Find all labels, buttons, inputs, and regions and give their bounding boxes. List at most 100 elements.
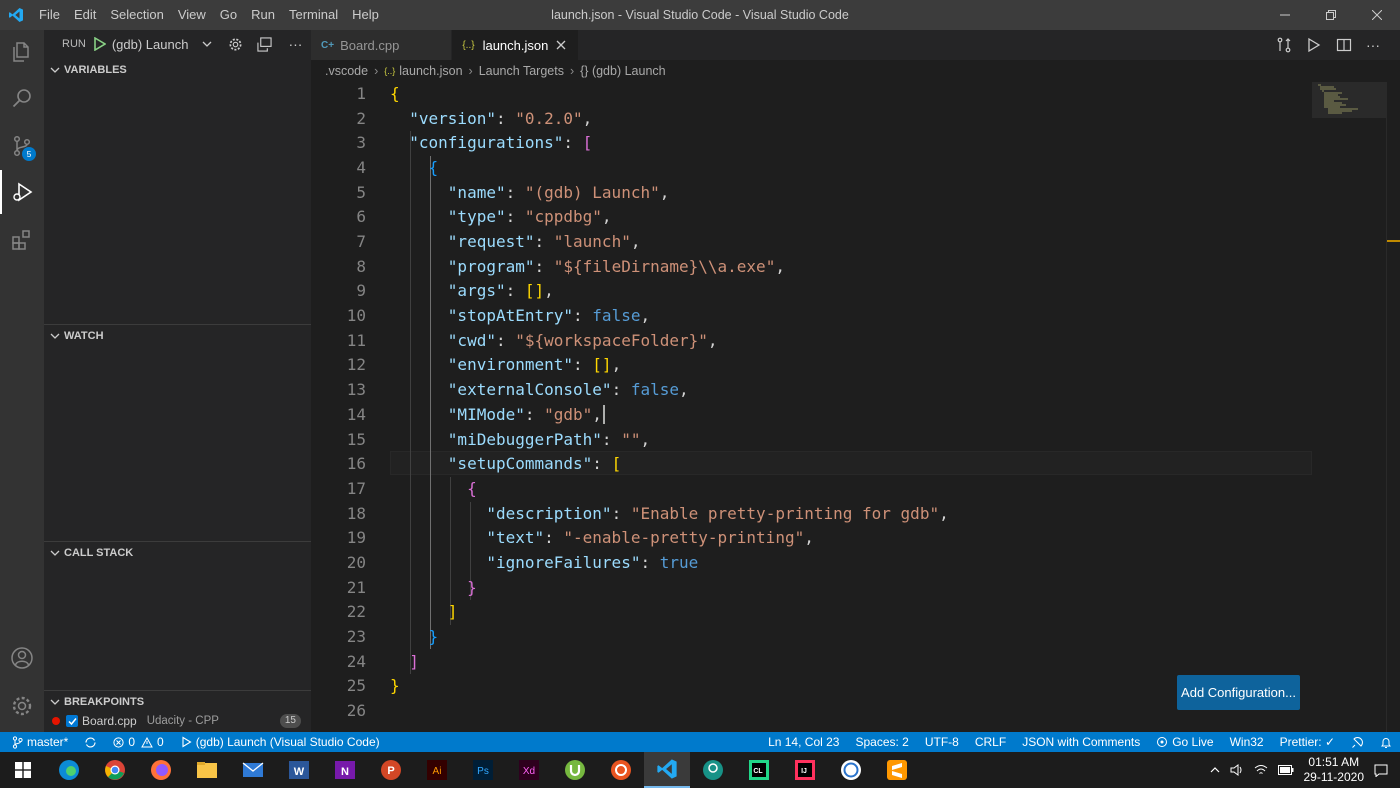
run-file-icon[interactable] — [1306, 37, 1322, 53]
code-line[interactable]: 7 "request": "launch", — [311, 230, 1311, 255]
breakpoint-item[interactable]: Board.cpp Udacity - CPP 15 — [44, 710, 311, 732]
breakpoints-section-header[interactable]: BREAKPOINTS — [44, 690, 311, 712]
mail-icon[interactable] — [230, 752, 276, 788]
close-tab-icon[interactable] — [556, 40, 566, 50]
clion-icon[interactable]: CL — [736, 752, 782, 788]
settings-gear-icon[interactable] — [0, 684, 44, 728]
extensions-icon[interactable] — [0, 218, 44, 262]
chevron-up-icon[interactable] — [1210, 767, 1220, 773]
whatsapp-icon[interactable] — [828, 752, 874, 788]
problems-indicator[interactable]: 0 0 — [105, 735, 171, 749]
edge-icon[interactable] — [46, 752, 92, 788]
wifi-icon[interactable] — [1254, 764, 1268, 776]
debug-console-icon[interactable] — [257, 36, 273, 52]
code-line[interactable]: 8 "program": "${fileDirname}\\a.exe", — [311, 255, 1311, 280]
menu-go[interactable]: Go — [213, 0, 244, 30]
breakpoint-checkbox[interactable] — [66, 715, 78, 727]
code-line[interactable]: 25} — [311, 674, 1311, 699]
platform[interactable]: Win32 — [1222, 735, 1272, 749]
editor-scrollbar[interactable] — [1386, 82, 1400, 732]
call-stack-section-header[interactable]: CALL STACK — [44, 541, 311, 563]
code-line[interactable]: 10 "stopAtEntry": false, — [311, 304, 1311, 329]
accounts-icon[interactable] — [0, 636, 44, 680]
code-line[interactable]: 26 — [311, 699, 1311, 724]
go-live[interactable]: Go Live — [1148, 735, 1221, 749]
indentation[interactable]: Spaces: 2 — [847, 735, 916, 749]
start-debugging-icon[interactable] — [94, 37, 106, 51]
tab-board-cpp[interactable]: C+ Board.cpp — [311, 30, 453, 60]
clock[interactable]: 01:51 AM 29-11-2020 — [1304, 755, 1365, 785]
ubuntu-icon[interactable] — [598, 752, 644, 788]
menu-terminal[interactable]: Terminal — [282, 0, 345, 30]
line-ending[interactable]: CRLF — [967, 735, 1014, 749]
code-line[interactable]: 19 "text": "-enable-pretty-printing", — [311, 526, 1311, 551]
illustrator-icon[interactable]: Ai — [414, 752, 460, 788]
split-editor-icon[interactable] — [1336, 37, 1352, 53]
code-line[interactable]: 16 "setupCommands": [ — [311, 452, 1311, 477]
menu-view[interactable]: View — [171, 0, 213, 30]
onenote-icon[interactable]: N — [322, 752, 368, 788]
restore-button[interactable] — [1308, 0, 1354, 30]
powerpoint-icon[interactable]: P — [368, 752, 414, 788]
watch-section-header[interactable]: WATCH — [44, 324, 311, 346]
search-icon[interactable] — [0, 76, 44, 120]
code-line[interactable]: 9 "args": [], — [311, 279, 1311, 304]
firefox-icon[interactable] — [138, 752, 184, 788]
file-explorer-icon[interactable] — [184, 752, 230, 788]
breadcrumb-item[interactable]: Launch Targets — [479, 64, 564, 78]
photoshop-icon[interactable]: Ps — [460, 752, 506, 788]
code-line[interactable]: 2 "version": "0.2.0", — [311, 107, 1311, 132]
code-line[interactable]: 20 "ignoreFailures": true — [311, 551, 1311, 576]
variables-section-header[interactable]: VARIABLES — [44, 59, 311, 81]
code-line[interactable]: 23 } — [311, 625, 1311, 650]
sync-icon[interactable] — [76, 736, 105, 749]
breadcrumb-item[interactable]: {} (gdb) Launch — [580, 64, 666, 78]
git-branch[interactable]: master* — [0, 735, 76, 749]
code-line[interactable]: 6 "type": "cppdbg", — [311, 205, 1311, 230]
menu-help[interactable]: Help — [345, 0, 386, 30]
debug-target[interactable]: (gdb) Launch (Visual Studio Code) — [172, 735, 388, 749]
encoding[interactable]: UTF-8 — [917, 735, 967, 749]
utorrent-icon[interactable] — [552, 752, 598, 788]
tab-launch-json[interactable]: {..} launch.json — [452, 30, 580, 60]
prettier-status[interactable]: Prettier: ✓ — [1272, 735, 1343, 749]
code-line[interactable]: 21 } — [311, 576, 1311, 601]
explorer-icon[interactable] — [0, 30, 44, 74]
code-line[interactable]: 5 "name": "(gdb) Launch", — [311, 181, 1311, 206]
battery-icon[interactable] — [1277, 765, 1294, 775]
compare-changes-icon[interactable] — [1276, 37, 1292, 53]
xd-icon[interactable]: Xd — [506, 752, 552, 788]
close-window-button[interactable] — [1354, 0, 1400, 30]
code-line[interactable]: 13 "externalConsole": false, — [311, 378, 1311, 403]
breadcrumb-item[interactable]: launch.json — [399, 64, 462, 78]
code-line[interactable]: 4 { — [311, 156, 1311, 181]
windows-start-icon[interactable] — [0, 752, 46, 788]
more-actions-icon[interactable]: ··· — [288, 36, 302, 52]
code-line[interactable]: 22 ] — [311, 600, 1311, 625]
gear-icon[interactable] — [228, 37, 243, 52]
add-configuration-button[interactable]: Add Configuration... — [1177, 675, 1300, 710]
cursor-position[interactable]: Ln 14, Col 23 — [760, 735, 847, 749]
gitkraken-icon[interactable] — [690, 752, 736, 788]
intellij-icon[interactable]: IJ — [782, 752, 828, 788]
code-line[interactable]: 17 { — [311, 477, 1311, 502]
code-line[interactable]: 14 "MIMode": "gdb", — [311, 403, 1311, 428]
feedback-icon[interactable] — [1343, 736, 1372, 749]
vscode-icon[interactable] — [644, 752, 690, 788]
notifications-bell-icon[interactable] — [1372, 736, 1400, 749]
word-icon[interactable]: W — [276, 752, 322, 788]
chrome-icon[interactable] — [92, 752, 138, 788]
volume-icon[interactable] — [1230, 764, 1244, 776]
menu-edit[interactable]: Edit — [67, 0, 103, 30]
code-line[interactable]: 24 ] — [311, 650, 1311, 675]
run-debug-icon[interactable] — [0, 170, 44, 214]
notification-center-icon[interactable] — [1374, 764, 1388, 777]
code-line[interactable]: 15 "miDebuggerPath": "", — [311, 428, 1311, 453]
minimize-button[interactable] — [1262, 0, 1308, 30]
language-mode[interactable]: JSON with Comments — [1014, 735, 1148, 749]
more-actions-icon[interactable]: ··· — [1366, 37, 1380, 53]
code-line[interactable]: 12 "environment": [], — [311, 353, 1311, 378]
code-line[interactable]: 3 "configurations": [ — [311, 131, 1311, 156]
sublime-icon[interactable] — [874, 752, 920, 788]
menu-file[interactable]: File — [32, 0, 67, 30]
